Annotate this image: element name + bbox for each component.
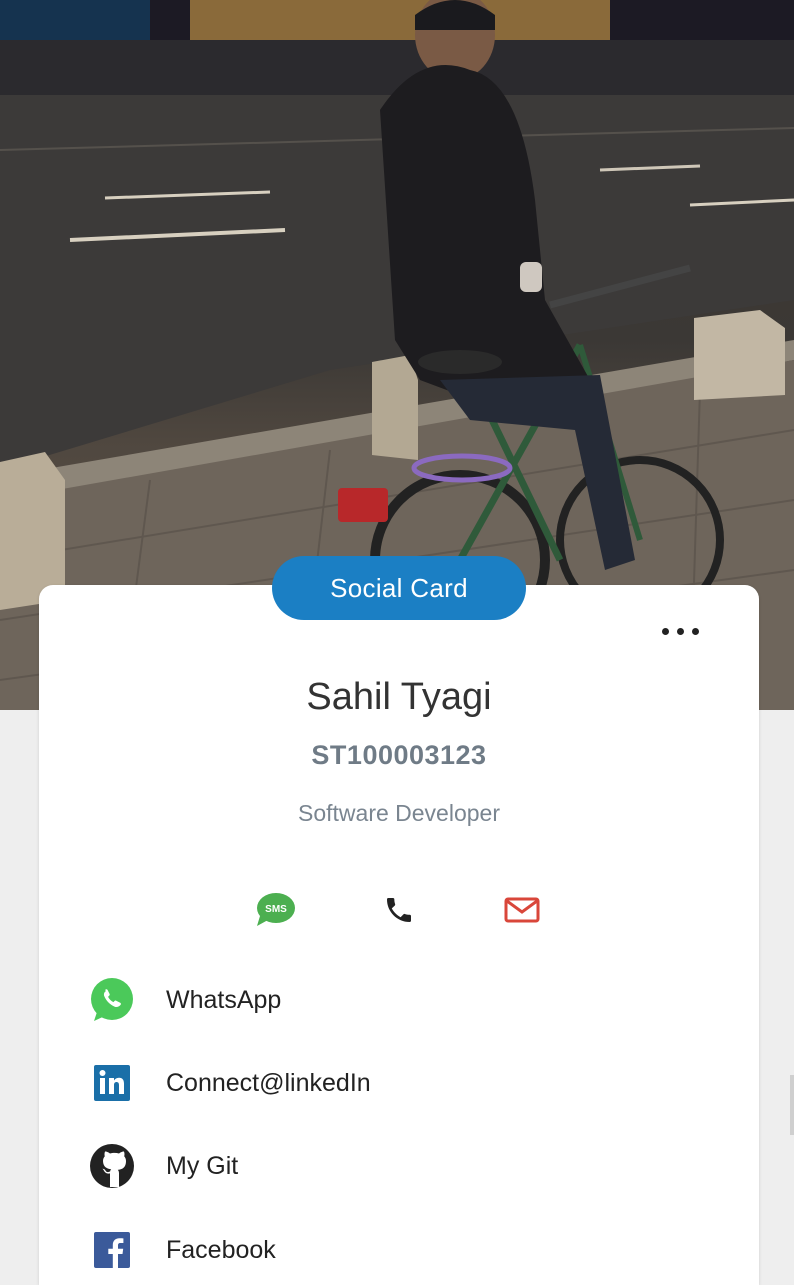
link-label: WhatsApp [166, 985, 282, 1014]
email-button[interactable] [500, 888, 544, 932]
link-label: My Git [166, 1151, 239, 1180]
github-icon [88, 1142, 136, 1190]
whatsapp-icon [88, 976, 136, 1024]
scrollbar[interactable] [790, 1075, 794, 1135]
mail-icon [504, 897, 540, 923]
more-horizontal-icon [676, 627, 684, 635]
social-card-badge: Social Card [272, 556, 526, 620]
link-linkedin[interactable]: Connect@linkedIn [88, 1057, 708, 1109]
link-label: Connect@linkedIn [166, 1068, 371, 1097]
more-horizontal-icon [691, 627, 699, 635]
more-horizontal-icon [661, 627, 669, 635]
linkedin-icon [88, 1059, 136, 1107]
sms-icon: SMS [257, 893, 295, 926]
profile-title: Software Developer [298, 800, 500, 826]
facebook-icon [88, 1226, 136, 1274]
link-github[interactable]: My Git [88, 1140, 708, 1192]
link-whatsapp[interactable]: WhatsApp [88, 974, 708, 1026]
link-facebook[interactable]: Facebook [88, 1224, 708, 1276]
call-button[interactable] [377, 888, 421, 932]
more-options-button[interactable] [655, 618, 705, 644]
link-label: Facebook [166, 1235, 276, 1264]
profile-name: Sahil Tyagi [306, 676, 492, 718]
svg-text:SMS: SMS [265, 904, 287, 915]
profile-id: ST100003123 [311, 740, 487, 770]
phone-icon [387, 898, 411, 922]
sms-button[interactable]: SMS [253, 888, 297, 932]
quick-actions: SMS [0, 888, 794, 932]
